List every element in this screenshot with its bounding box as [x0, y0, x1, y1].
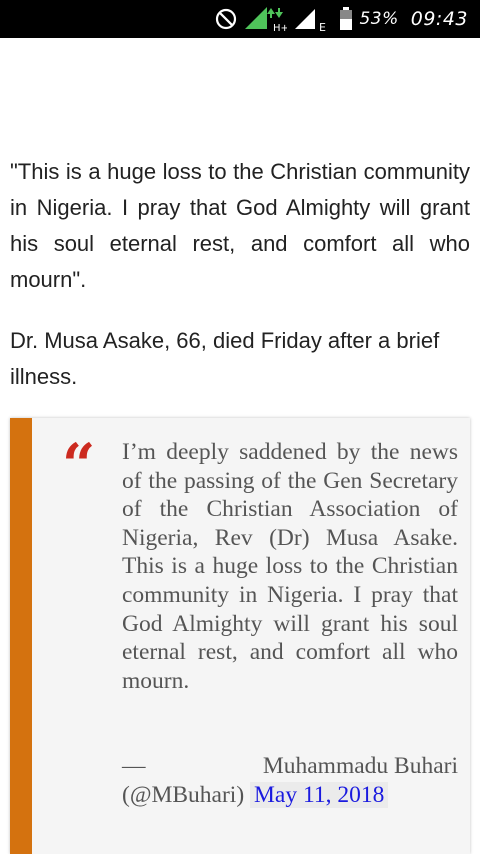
article-paragraph: Dr. Musa Asake, 66, died Friday after a …: [10, 328, 440, 389]
attribution-dash: —: [122, 753, 146, 779]
quote-text: I’m deeply saddened by the news of the p…: [122, 439, 458, 694]
quote-attribution: — Muhammadu Buhari (@MBuhari) May 11, 20…: [122, 752, 458, 809]
signal-e-icon: E: [293, 5, 333, 33]
quote-handle: (@MBuhari): [122, 781, 245, 808]
quote-date-link[interactable]: May 11, 2018: [250, 781, 389, 808]
network-type-e: E: [319, 21, 326, 33]
article-paragraph: "This is a huge loss to the Christian co…: [10, 159, 470, 292]
do-not-disturb-icon: [215, 8, 237, 30]
clock: 09:43: [410, 8, 468, 30]
signal-h-plus-icon: H+: [243, 5, 287, 33]
quote-author: Muhammadu Buhari: [262, 753, 458, 779]
status-bar: H+ E 53% 09:43: [0, 0, 480, 38]
battery-percent: 53%: [359, 9, 399, 29]
quote-mark-icon: “: [62, 431, 96, 499]
embedded-tweet-quote: “ I’m deeply saddened by the news of the…: [10, 418, 470, 854]
battery-icon: [339, 7, 353, 31]
network-type-h-plus: H+: [273, 23, 287, 33]
